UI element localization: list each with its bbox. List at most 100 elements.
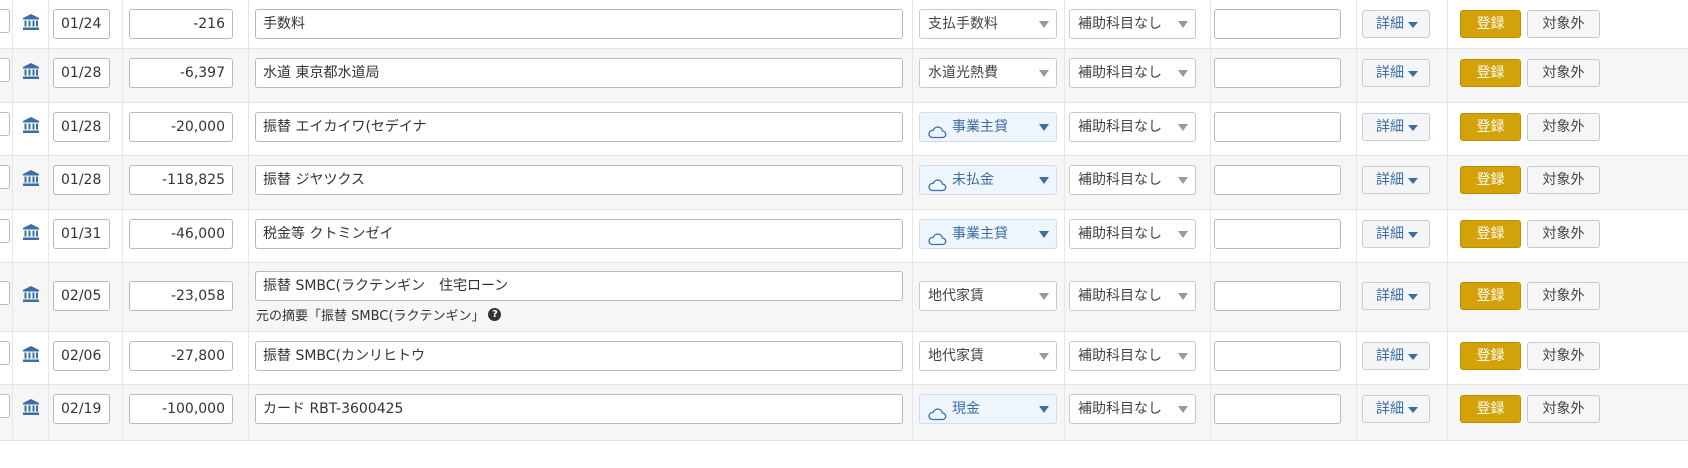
row-checkbox[interactable] — [0, 112, 10, 136]
row-checkbox[interactable] — [0, 58, 10, 82]
sub-account-select[interactable]: 補助科目なし — [1069, 341, 1196, 371]
register-button[interactable]: 登録 — [1460, 113, 1521, 141]
row-checkbox[interactable] — [0, 341, 10, 365]
detail-button-label: 詳細 — [1376, 401, 1404, 417]
exclude-button[interactable]: 対象外 — [1527, 342, 1600, 370]
account-select[interactable]: 地代家賃 — [919, 341, 1057, 371]
account-select[interactable]: 支払手数料 — [919, 9, 1057, 39]
detail-button-label: 詳細 — [1376, 119, 1404, 135]
sub-account-select[interactable]: 補助科目なし — [1069, 9, 1196, 39]
register-button[interactable]: 登録 — [1460, 395, 1521, 423]
register-button[interactable]: 登録 — [1460, 166, 1521, 194]
detail-button[interactable]: 詳細 — [1362, 10, 1430, 38]
date-input[interactable]: 01/28 — [53, 112, 110, 142]
bank-icon — [22, 285, 40, 331]
date-input[interactable]: 01/24 — [53, 9, 110, 39]
description-input[interactable]: 振替 エイカイワ(セデイナ — [255, 112, 903, 142]
detail-button[interactable]: 詳細 — [1362, 342, 1430, 370]
description-input[interactable]: 振替 SMBC(ラクテンギン 住宅ローン — [255, 271, 903, 301]
sub-account-select[interactable]: 補助科目なし — [1069, 219, 1196, 249]
memo-input[interactable] — [1214, 281, 1341, 311]
account-select[interactable]: 現金 — [919, 394, 1057, 424]
register-button[interactable]: 登録 — [1460, 342, 1521, 370]
cloud-icon — [927, 403, 947, 431]
memo-input[interactable] — [1214, 341, 1341, 371]
date-input[interactable]: 02/19 — [53, 394, 110, 424]
memo-input[interactable] — [1214, 9, 1341, 39]
row-checkbox[interactable] — [0, 9, 10, 33]
account-select[interactable]: 未払金 — [919, 165, 1057, 195]
exclude-button[interactable]: 対象外 — [1527, 10, 1600, 38]
detail-button-label: 詳細 — [1376, 172, 1404, 188]
memo-input[interactable] — [1214, 58, 1341, 88]
amount-input[interactable]: -46,000 — [129, 219, 233, 249]
date-input[interactable]: 01/28 — [53, 165, 110, 195]
amount-input[interactable]: -27,800 — [129, 341, 233, 371]
register-button[interactable]: 登録 — [1460, 220, 1521, 248]
register-button[interactable]: 登録 — [1460, 59, 1521, 87]
sub-account-select[interactable]: 補助科目なし — [1069, 58, 1196, 88]
date-input[interactable]: 01/28 — [53, 58, 110, 88]
account-select[interactable]: 事業主貸 — [919, 112, 1057, 142]
row-checkbox[interactable] — [0, 165, 10, 189]
sub-account-select[interactable]: 補助科目なし — [1069, 165, 1196, 195]
chevron-down-icon — [1178, 353, 1188, 360]
sub-account-select[interactable]: 補助科目なし — [1069, 281, 1196, 311]
detail-button[interactable]: 詳細 — [1362, 220, 1430, 248]
amount-input[interactable]: -20,000 — [129, 112, 233, 142]
detail-button[interactable]: 詳細 — [1362, 166, 1430, 194]
exclude-button[interactable]: 対象外 — [1527, 220, 1600, 248]
date-input[interactable]: 01/31 — [53, 219, 110, 249]
description-input[interactable]: 振替 ジヤツクス — [255, 165, 903, 195]
exclude-button[interactable]: 対象外 — [1527, 282, 1600, 310]
chevron-down-icon — [1178, 21, 1188, 28]
amount-input[interactable]: -6,397 — [129, 58, 233, 88]
exclude-button[interactable]: 対象外 — [1527, 113, 1600, 141]
description-input[interactable]: 税金等 クトミンゼイ — [255, 219, 903, 249]
memo-input[interactable] — [1214, 219, 1341, 249]
account-select-value: 水道光熱費 — [928, 65, 998, 81]
chevron-down-icon — [1408, 294, 1418, 300]
register-button[interactable]: 登録 — [1460, 282, 1521, 310]
chevron-down-icon — [1039, 353, 1049, 360]
sub-account-select[interactable]: 補助科目なし — [1069, 112, 1196, 142]
chevron-down-icon — [1408, 354, 1418, 360]
exclude-button[interactable]: 対象外 — [1527, 166, 1600, 194]
detail-button-label: 詳細 — [1376, 65, 1404, 81]
description-input[interactable]: 手数料 — [255, 9, 903, 39]
sub-account-select[interactable]: 補助科目なし — [1069, 394, 1196, 424]
question-circle-icon[interactable]: ? — [488, 308, 502, 321]
amount-input[interactable]: -23,058 — [129, 281, 233, 311]
detail-button[interactable]: 詳細 — [1362, 59, 1430, 87]
chevron-down-icon — [1039, 177, 1049, 184]
row-checkbox[interactable] — [0, 219, 10, 243]
memo-input[interactable] — [1214, 112, 1341, 142]
account-select[interactable]: 事業主貸 — [919, 219, 1057, 249]
exclude-button[interactable]: 対象外 — [1527, 59, 1600, 87]
date-input[interactable]: 02/05 — [53, 281, 110, 311]
chevron-down-icon — [1039, 124, 1049, 131]
amount-input[interactable]: -100,000 — [129, 394, 233, 424]
description-input[interactable]: 水道 東京都水道局 — [255, 58, 903, 88]
detail-button[interactable]: 詳細 — [1362, 113, 1430, 141]
row-checkbox[interactable] — [0, 394, 10, 418]
amount-input[interactable]: -216 — [129, 9, 233, 39]
exclude-button[interactable]: 対象外 — [1527, 395, 1600, 423]
chevron-down-icon — [1178, 406, 1188, 413]
detail-button[interactable]: 詳細 — [1362, 395, 1430, 423]
table-row: 02/05 -23,058 振替 SMBC(ラクテンギン 住宅ローン 元の摘要「… — [0, 263, 1688, 332]
detail-button[interactable]: 詳細 — [1362, 282, 1430, 310]
row-checkbox[interactable] — [0, 281, 10, 305]
account-select[interactable]: 水道光熱費 — [919, 58, 1057, 88]
memo-input[interactable] — [1214, 165, 1341, 195]
date-input[interactable]: 02/06 — [53, 341, 110, 371]
description-input[interactable]: 振替 SMBC(カンリヒトウ — [255, 341, 903, 371]
register-button[interactable]: 登録 — [1460, 10, 1521, 38]
account-select[interactable]: 地代家賃 — [919, 281, 1057, 311]
memo-input[interactable] — [1214, 394, 1341, 424]
description-input[interactable]: カード RBT-3600425 — [255, 394, 903, 424]
detail-button-label: 詳細 — [1376, 288, 1404, 304]
amount-input[interactable]: -118,825 — [129, 165, 233, 195]
chevron-down-icon — [1039, 231, 1049, 238]
table-row: 01/28 -118,825 振替 ジヤツクス 未払金 補助科目なし 詳細 登録… — [0, 156, 1688, 210]
